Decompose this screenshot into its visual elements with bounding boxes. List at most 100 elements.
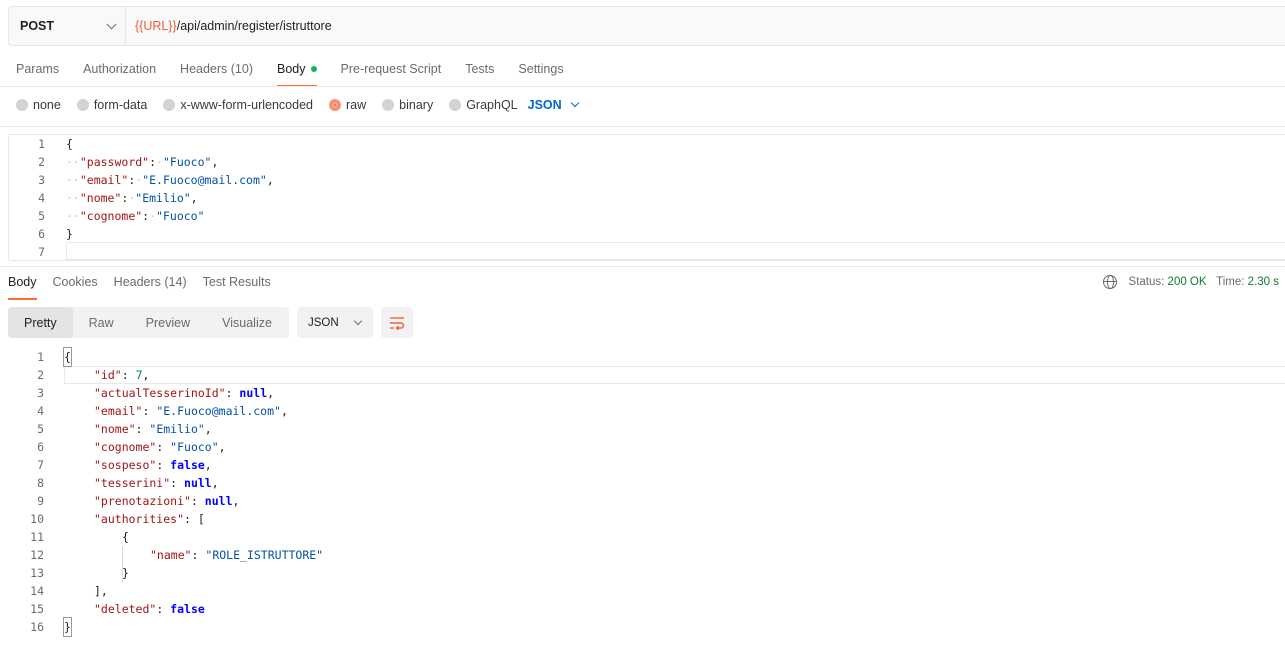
request-tabs: Params Authorization Headers (10) Body P… <box>16 62 588 87</box>
tab-authorization[interactable]: Authorization <box>83 62 156 86</box>
line-number: 8 <box>37 476 44 490</box>
view-mode-segmented: Pretty Raw Preview Visualize <box>8 307 289 338</box>
json-comma: , <box>266 173 274 187</box>
body-type-options: none form-data x-www-form-urlencoded raw… <box>16 98 579 112</box>
json-key: "nome" <box>94 422 136 436</box>
chevron-down-icon <box>570 98 579 108</box>
tabs-divider <box>0 86 1285 87</box>
tab-tests[interactable]: Tests <box>465 62 494 86</box>
json-key: "sospeso" <box>94 458 157 472</box>
tab-label: Pre-request Script <box>340 62 442 76</box>
line-number: 4 <box>37 404 44 418</box>
tab-body[interactable]: Body <box>277 62 317 87</box>
line-number: 11 <box>30 530 44 544</box>
tab-label: Headers (10) <box>180 62 253 76</box>
view-label: Pretty <box>24 315 57 330</box>
json-value: "Emilio" <box>149 422 205 436</box>
json-key: "cognome" <box>79 209 143 223</box>
tab-response-headers[interactable]: Headers (14) <box>114 275 187 299</box>
line-number: 2 <box>38 155 45 169</box>
method-select[interactable]: POST <box>9 7 126 45</box>
radio-label: binary <box>399 98 434 112</box>
line-number: 1 <box>38 137 45 151</box>
response-format-select[interactable]: JSON <box>297 307 373 338</box>
response-time[interactable]: 2.30 s <box>1248 276 1279 288</box>
tab-label: Params <box>16 62 60 76</box>
json-value: "E.Fuoco@mail.com" <box>156 404 281 418</box>
view-raw[interactable]: Raw <box>73 307 130 338</box>
json-value: "Fuoco" <box>162 155 212 169</box>
body-indicator-dot <box>310 65 317 72</box>
json-value: null <box>239 386 268 400</box>
json-value: "Emilio" <box>135 191 191 205</box>
line-number: 6 <box>37 440 44 454</box>
radio-label: raw <box>346 98 367 112</box>
code-brace: } <box>122 566 129 580</box>
tab-settings[interactable]: Settings <box>518 62 563 86</box>
radio-graphql[interactable]: GraphQL <box>449 98 518 112</box>
view-label: Visualize <box>222 315 272 330</box>
radio-none[interactable]: none <box>16 98 61 112</box>
view-preview[interactable]: Preview <box>130 307 206 338</box>
line-number: 14 <box>30 584 44 598</box>
json-key: "actualTesserinoId" <box>94 386 226 400</box>
json-key: "email" <box>79 173 129 187</box>
json-bracket: [ <box>197 512 205 526</box>
tab-label: Cookies <box>52 275 98 289</box>
code-brace: { <box>66 137 73 151</box>
json-value: 7 <box>135 368 143 382</box>
tab-headers[interactable]: Headers (10) <box>180 62 253 86</box>
options-divider <box>0 126 1285 127</box>
radio-raw[interactable]: raw <box>329 98 366 112</box>
line-number: 6 <box>38 227 45 241</box>
json-value: false <box>170 458 205 472</box>
body-language-select[interactable]: JSON <box>527 98 579 112</box>
line-number: 4 <box>38 191 45 205</box>
line-number: 5 <box>38 209 45 223</box>
wrap-lines-button[interactable] <box>381 307 413 338</box>
line-number: 5 <box>37 422 44 436</box>
tab-pre-request-script[interactable]: Pre-request Script <box>341 62 442 86</box>
tab-label: Headers (14) <box>113 275 187 289</box>
globe-icon[interactable] <box>1102 275 1117 289</box>
code-brace: } <box>63 617 72 637</box>
radio-circle-icon <box>449 99 462 111</box>
view-label: Preview <box>145 315 191 330</box>
view-pretty[interactable]: Pretty <box>8 307 73 338</box>
tab-response-body[interactable]: Body <box>8 275 37 300</box>
radio-circle-icon <box>163 99 176 111</box>
response-body-viewer[interactable]: 1{ 2 "id": 7, 3 "actualTesserinoId": null,… <box>0 347 1285 648</box>
tab-test-results[interactable]: Test Results <box>203 275 271 299</box>
status-label: Status: <box>1128 276 1165 288</box>
view-visualize[interactable]: Visualize <box>206 307 288 338</box>
request-body-editor[interactable]: 1{ 2 ··"password":·"Fuoco", 3 ··"email":·"… <box>8 134 1285 261</box>
radio-label: GraphQL <box>466 98 518 112</box>
tab-label: Settings <box>518 62 564 76</box>
status-code[interactable]: 200 OK <box>1168 276 1207 288</box>
radio-x-www-form-urlencoded[interactable]: x-www-form-urlencoded <box>163 98 313 112</box>
line-number: 10 <box>30 512 44 526</box>
tab-label: Tests <box>465 62 495 76</box>
radio-form-data[interactable]: form-data <box>76 98 147 112</box>
line-number: 9 <box>37 494 44 508</box>
url-input[interactable]: {{URL}}/api/admin/register/istruttore <box>126 19 332 33</box>
response-status: Status: 200 OK Time: 2.30 s <box>1102 275 1279 289</box>
json-key: "email" <box>94 404 143 418</box>
radio-circle-icon <box>16 99 28 111</box>
code-brace: { <box>63 347 72 367</box>
line-number: 12 <box>30 548 44 562</box>
json-key: "cognome" <box>94 440 157 454</box>
response-tabs: Body Cookies Headers (14) Test Results <box>8 275 287 300</box>
json-value: false <box>170 602 205 616</box>
request-url-bar: POST {{URL}}/api/admin/register/istrutto… <box>8 6 1285 46</box>
tab-params[interactable]: Params <box>16 62 59 86</box>
radio-binary[interactable]: binary <box>382 98 433 112</box>
json-key: "name" <box>150 548 192 562</box>
json-key: "tesserini" <box>94 476 171 490</box>
json-value: null <box>184 476 212 490</box>
line-number: 2 <box>37 368 44 382</box>
json-comma: , <box>190 191 198 205</box>
tab-cookies[interactable]: Cookies <box>53 275 98 299</box>
tab-label: Body <box>277 62 306 76</box>
body-language-label: JSON <box>527 98 562 112</box>
